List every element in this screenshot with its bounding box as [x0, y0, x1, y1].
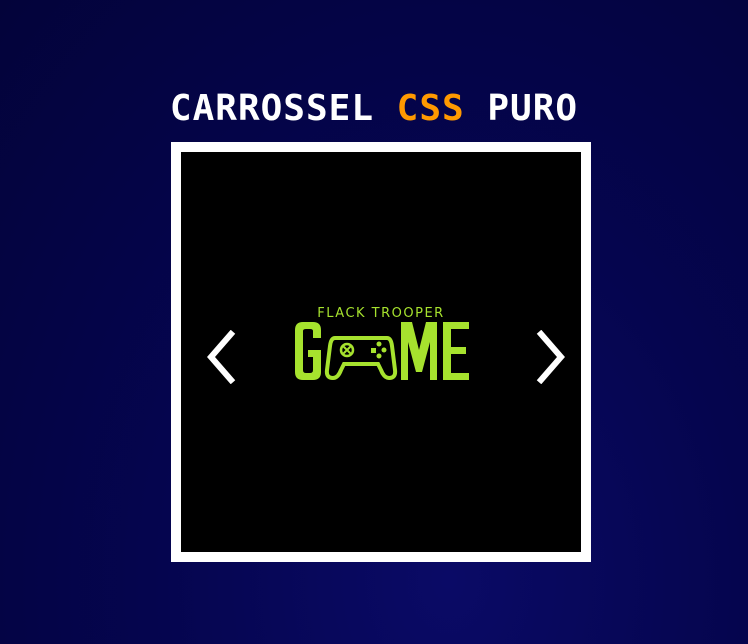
gamepad-icon [324, 336, 398, 381]
carousel-next-button[interactable] [529, 329, 569, 385]
logo-subtitle: FLACK TROOPER [317, 306, 445, 321]
game-logo [291, 320, 481, 382]
title-part-1: CARROSSEL [169, 88, 397, 130]
chevron-left-icon [207, 329, 236, 385]
title-accent: CSS [396, 88, 465, 130]
chevron-right-icon [536, 329, 565, 385]
title-part-2: PURO [464, 88, 579, 130]
carousel: FLACK TROOPER [171, 142, 591, 562]
game-logo-graphic [295, 322, 469, 381]
page-title: CARROSSEL CSS PURO [0, 88, 748, 129]
carousel-prev-button[interactable] [203, 329, 243, 385]
